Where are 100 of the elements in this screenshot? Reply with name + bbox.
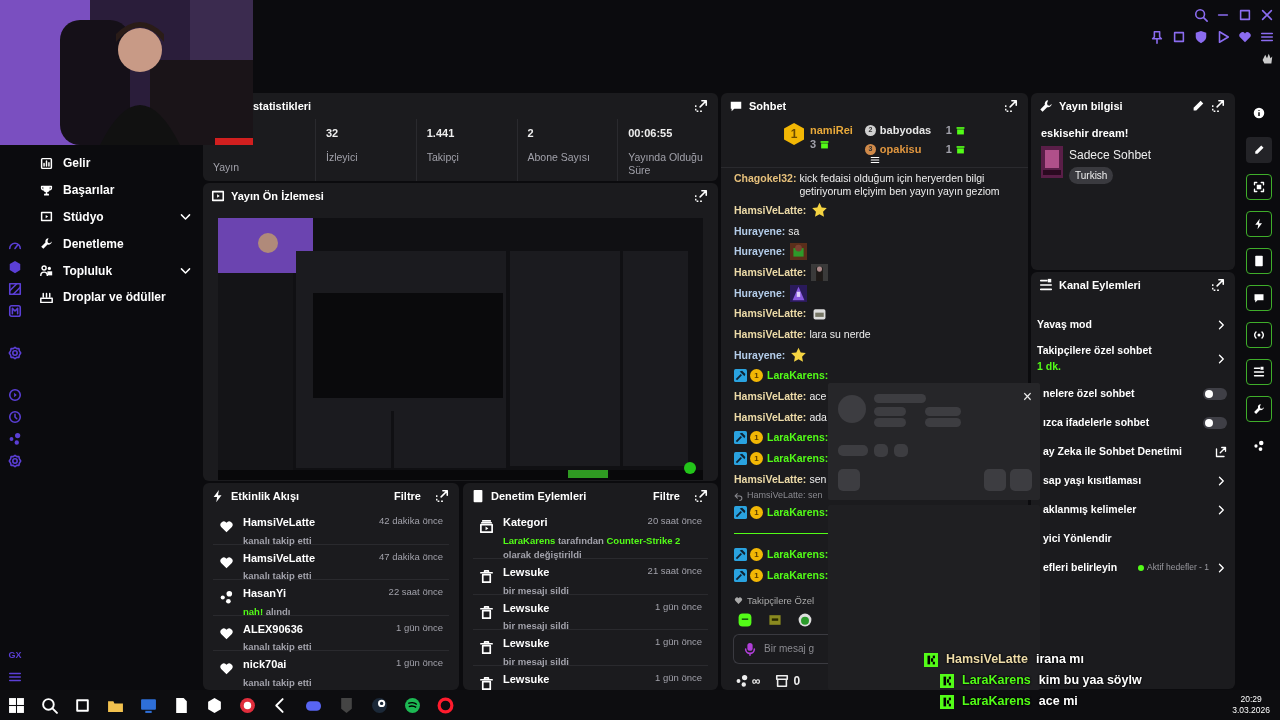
chat-username[interactable]: Hurayene: <box>734 245 786 259</box>
close-icon[interactable] <box>1260 8 1274 22</box>
emote-icon <box>811 263 829 281</box>
action-label[interactable]: Yavaş mod <box>1037 316 1209 333</box>
action-label[interactable]: ay Zeka ile Sohbet Denetimi <box>1043 443 1209 460</box>
nav-item[interactable]: Topluluk <box>63 261 169 280</box>
pin-icon[interactable] <box>1150 30 1164 44</box>
chat-username[interactable]: HamsiVeLatte: <box>734 203 807 217</box>
chat-username[interactable]: HamsiVeLatte: <box>734 390 807 404</box>
start-icon[interactable] <box>8 696 25 714</box>
chat-username[interactable]: LaraKarens: <box>767 506 829 520</box>
nav-item[interactable]: Stüdyo <box>63 208 169 226</box>
event-text: nah! alındı <box>243 604 292 619</box>
action-label[interactable]: aklanmış kelimeler <box>1043 501 1209 518</box>
chat-username[interactable]: HamsiVeLatte: <box>734 265 807 279</box>
expand-icon[interactable] <box>694 189 708 203</box>
trash-icon <box>479 675 494 690</box>
nav-item[interactable]: Başarılar <box>63 181 192 200</box>
language-tag[interactable]: Turkish <box>1069 166 1114 184</box>
action-label[interactable]: yici Yönlendir <box>1043 530 1227 547</box>
tool-button[interactable] <box>1246 248 1272 274</box>
settings-icon[interactable] <box>8 454 22 468</box>
close-button[interactable]: × <box>1020 387 1034 407</box>
action-label[interactable]: Takipçilere özel sohbet <box>1037 343 1209 359</box>
chat-username[interactable]: Hurayene: <box>734 348 786 362</box>
menu-icon[interactable] <box>1260 30 1274 44</box>
square-icon[interactable] <box>1172 30 1186 44</box>
stat-label: İzleyici <box>326 150 359 165</box>
tool-button[interactable] <box>1246 359 1272 385</box>
chat-username[interactable]: HamsiVeLatte: <box>734 410 807 424</box>
chat-username[interactable]: Hurayene: <box>734 286 786 300</box>
chat-username[interactable]: LaraKarens: <box>767 568 829 582</box>
emote-icon[interactable] <box>797 611 813 628</box>
chat-username[interactable]: LaraKarens: <box>767 431 829 445</box>
shield-icon[interactable] <box>1194 30 1208 44</box>
toggle-switch[interactable] <box>1203 387 1227 400</box>
cube-icon[interactable] <box>206 696 223 714</box>
chat-username[interactable]: LaraKarens: <box>767 369 829 383</box>
app-icon[interactable] <box>404 696 421 714</box>
screen-capture-icon <box>1253 181 1265 193</box>
tool-button[interactable] <box>1246 322 1272 348</box>
play-icon[interactable] <box>8 388 22 402</box>
tool-button[interactable] <box>1246 285 1272 311</box>
filter-link[interactable]: Filtre <box>653 487 680 505</box>
clock-icon[interactable] <box>8 410 22 424</box>
external-link-icon[interactable] <box>1215 445 1227 458</box>
heart-icon <box>734 596 743 606</box>
settings-icon[interactable] <box>8 346 22 360</box>
expand-icon[interactable] <box>1004 99 1018 113</box>
gift-icon <box>955 125 965 135</box>
toggle-switch[interactable] <box>1203 416 1227 429</box>
chat-username[interactable]: LaraKarens: <box>767 548 829 562</box>
category-name[interactable]: Sadece Sohbet <box>1069 145 1152 164</box>
skeleton-placeholder <box>894 444 908 457</box>
microphone-icon[interactable] <box>743 641 757 656</box>
chat-username[interactable]: HamsiVeLatte: <box>734 472 807 486</box>
chat-username[interactable]: HamsiVeLatte: <box>734 307 807 321</box>
chat-username[interactable]: LaraKarens: <box>767 452 829 466</box>
action-label[interactable]: sap yaşı kısıtlaması <box>1043 472 1209 489</box>
emote-icon[interactable] <box>737 611 753 628</box>
goal-status: Aktif hedefler - 1 <box>1147 561 1209 574</box>
stat-value: 32 <box>326 126 340 141</box>
maximize-icon[interactable] <box>1238 8 1252 22</box>
action-label[interactable]: efleri belirleyin <box>1043 559 1133 576</box>
chat-username[interactable]: HamsiVeLatte: <box>734 327 807 341</box>
stripes-icon[interactable] <box>8 282 22 296</box>
skeleton-placeholder <box>874 418 906 427</box>
document-icon[interactable] <box>173 696 190 714</box>
collapse-icon[interactable] <box>869 155 880 165</box>
heart-icon[interactable] <box>1238 30 1252 44</box>
app-icon[interactable] <box>239 696 256 714</box>
timestamp: 47 dakika önce <box>379 549 443 564</box>
edit-icon[interactable] <box>1191 99 1205 113</box>
action-label[interactable]: nelere özel sohbet <box>1043 385 1197 402</box>
app-icon[interactable] <box>371 696 388 714</box>
nav-item[interactable]: Denetleme <box>63 234 192 253</box>
chat-input[interactable]: Bir mesaj g <box>733 633 828 664</box>
expand-icon[interactable] <box>1211 99 1225 113</box>
monitor-icon[interactable] <box>140 696 157 714</box>
chat-username[interactable]: Chagokel32: <box>734 172 797 185</box>
nav-item[interactable]: Droplar ve ödüller <box>63 288 192 307</box>
tool-button[interactable] <box>1246 396 1272 422</box>
expand-icon[interactable] <box>1211 278 1225 292</box>
tool-button[interactable] <box>1246 211 1272 237</box>
expand-icon[interactable] <box>694 489 708 503</box>
expand-icon[interactable] <box>435 489 449 503</box>
filter-link[interactable]: Filtre <box>394 487 421 505</box>
tool-button[interactable] <box>1246 174 1272 200</box>
tool-button[interactable] <box>1246 137 1272 163</box>
search-icon[interactable] <box>41 696 58 714</box>
play-icon[interactable] <box>1216 30 1230 44</box>
more-icon[interactable] <box>8 670 22 684</box>
overlay-message: ace mi <box>1038 693 1078 711</box>
mail-icon[interactable] <box>8 304 22 318</box>
store-icon[interactable] <box>774 673 789 688</box>
expand-icon[interactable] <box>694 99 708 113</box>
task-view-icon[interactable] <box>74 696 91 714</box>
chat-username[interactable]: Hurayene: <box>734 224 786 238</box>
nav-item[interactable]: Gelir <box>63 154 192 173</box>
action-label[interactable]: ızca ifadelerle sohbet <box>1043 414 1197 431</box>
